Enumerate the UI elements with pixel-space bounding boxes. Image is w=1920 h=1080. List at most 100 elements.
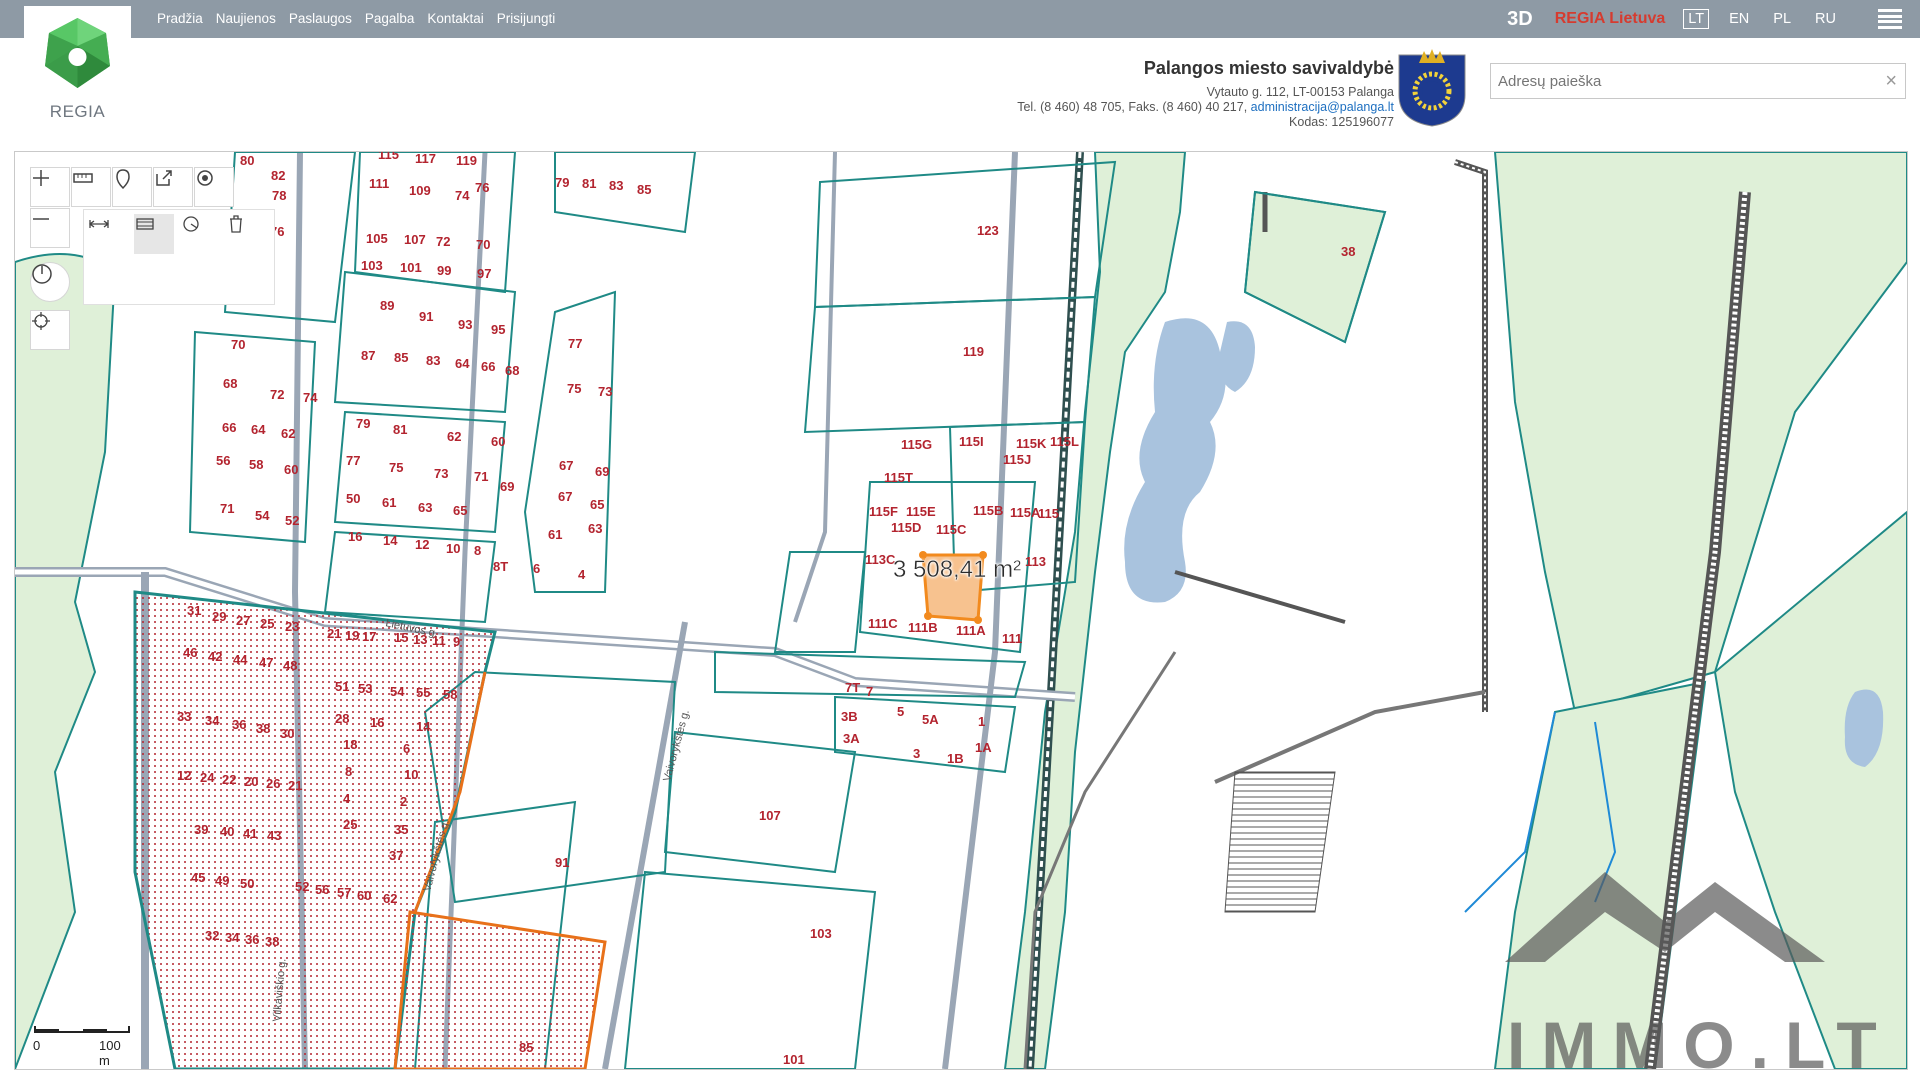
nav-prisijungti[interactable]: Prisijungti: [497, 11, 556, 26]
nav-pradzia[interactable]: Pradžia: [157, 11, 203, 26]
rotate-reset-button[interactable]: [30, 262, 70, 302]
distance-icon: [88, 220, 110, 228]
parcel-label: 67: [558, 489, 572, 504]
parcel-label: 8T: [493, 559, 508, 574]
parcel-label: 64: [455, 356, 470, 371]
trash-icon: [230, 215, 242, 233]
parcel-label: 5: [897, 704, 904, 719]
parcel-label: 115A: [1010, 505, 1041, 520]
delete-measurement-button[interactable]: [226, 214, 266, 254]
parcel-label: 5A: [922, 712, 939, 727]
parcel-label: 8: [474, 543, 481, 558]
parcel-label: 16: [348, 529, 362, 544]
lang-ru[interactable]: RU: [1811, 10, 1840, 28]
parcel-label: 12: [415, 537, 429, 552]
parcel-label: 68: [505, 363, 519, 378]
nav-paslaugos[interactable]: Paslaugos: [289, 11, 352, 26]
parcel-label: 115J: [1003, 452, 1031, 467]
parcel-label: 101: [783, 1052, 805, 1067]
zoom-in-button[interactable]: [30, 167, 70, 207]
address-search: ×: [1490, 63, 1906, 99]
parcel-label: 56: [216, 453, 230, 468]
parcel-label: 65: [590, 497, 604, 512]
hamburger-menu-icon[interactable]: [1878, 9, 1902, 29]
parcel-label: 60: [357, 888, 371, 903]
parcel-label: 81: [393, 422, 407, 437]
parcel-label: 52: [295, 879, 309, 894]
municipality-email-link[interactable]: administracija@palanga.lt: [1251, 100, 1394, 114]
nav-naujienos[interactable]: Naujienos: [216, 11, 276, 26]
parcel-label: 83: [609, 178, 623, 193]
parcel-label: 63: [588, 521, 602, 536]
geolocate-button[interactable]: [30, 310, 70, 350]
parcel-label: 58: [443, 687, 457, 702]
lang-pl[interactable]: PL: [1769, 10, 1795, 28]
share-button[interactable]: [153, 167, 193, 207]
measure-distance-button[interactable]: [88, 214, 128, 254]
parcel-label: 61: [548, 527, 562, 542]
parcel-label: 25: [343, 817, 357, 832]
top-right-controls: 3D REGIA Lietuva LT EN PL RU: [1507, 0, 1920, 38]
parcel-label: 21: [288, 778, 302, 793]
zoom-out-button[interactable]: [30, 208, 70, 248]
parcel-label: 77: [568, 336, 582, 351]
parcel-label: 115L: [1050, 434, 1079, 449]
measure-area-button[interactable]: [134, 214, 174, 254]
parcel-label: 30: [280, 726, 294, 741]
parcel-label: 115E: [906, 504, 936, 519]
parcel-label: 50: [240, 876, 254, 891]
regia-logo-text: REGIA: [49, 102, 106, 121]
regia-logo[interactable]: REGIA: [24, 6, 131, 134]
map-pin-icon: [116, 169, 130, 190]
parcel-label: 9: [453, 634, 460, 649]
parcel-label: 29: [212, 609, 226, 624]
parcel-label: 33: [177, 709, 191, 724]
parcel-label: 71: [474, 469, 488, 484]
parcel-label: 32: [205, 928, 219, 943]
municipality-phone: Tel. (8 460) 48 705, Faks. (8 460) 40 21…: [1017, 100, 1248, 114]
3d-button[interactable]: 3D: [1507, 8, 1533, 31]
lang-en[interactable]: EN: [1725, 10, 1753, 28]
parcel-label: 79: [356, 416, 370, 431]
parcel-label: 97: [477, 266, 491, 281]
parcel-label: 1B: [947, 751, 964, 766]
locate-button[interactable]: [194, 167, 234, 207]
parcel-label: 111B: [908, 620, 938, 635]
parcel-label: 119: [963, 344, 984, 359]
parcel-label: 70: [476, 237, 490, 252]
parcel-label: 52: [285, 513, 299, 528]
parcel-label: 31: [187, 603, 201, 618]
parcel-label: 57: [337, 885, 351, 900]
map-viewport[interactable]: 80 82 78 76 115 117 119 111 109 74 76 79 81 83 85 105 10…: [14, 151, 1908, 1070]
parcel-label: 65: [453, 503, 467, 518]
parcel-label: 111A: [956, 623, 986, 638]
nav-pagalba[interactable]: Pagalba: [365, 11, 415, 26]
parcel-label: 20: [244, 774, 258, 789]
parcel-label: 56: [315, 882, 329, 897]
measure-tool-button[interactable]: [71, 167, 111, 207]
nav-kontaktai[interactable]: Kontaktai: [427, 11, 483, 26]
parcel-label: 34: [205, 713, 220, 728]
ruler-icon: [73, 173, 93, 183]
search-clear-icon[interactable]: ×: [1885, 70, 1897, 93]
parcel-label: 24: [200, 770, 215, 785]
parcel-label: 81: [582, 176, 596, 191]
parcel-label: 12: [177, 768, 191, 783]
parcel-label: 103: [810, 926, 832, 941]
parcel-label: 91: [555, 855, 569, 870]
lang-lt[interactable]: LT: [1683, 9, 1710, 29]
parcel-label: 50: [346, 491, 360, 506]
parcel-label: 89: [380, 298, 394, 313]
regia-lietuva-link[interactable]: REGIA Lietuva: [1555, 10, 1666, 28]
parcel-label: 62: [383, 891, 397, 906]
parcel-label: 61: [382, 495, 396, 510]
parcel-label: 117: [415, 152, 436, 166]
address-search-input[interactable]: [1491, 64, 1858, 98]
parcel-label: 85: [519, 1040, 533, 1055]
measure-radius-button[interactable]: [180, 214, 220, 254]
parcel-label: 103: [361, 258, 383, 273]
parcel-label: 44: [233, 652, 248, 667]
parcel-label: 26: [266, 776, 280, 791]
marker-tool-button[interactable]: [112, 167, 152, 207]
target-icon: [197, 170, 213, 186]
